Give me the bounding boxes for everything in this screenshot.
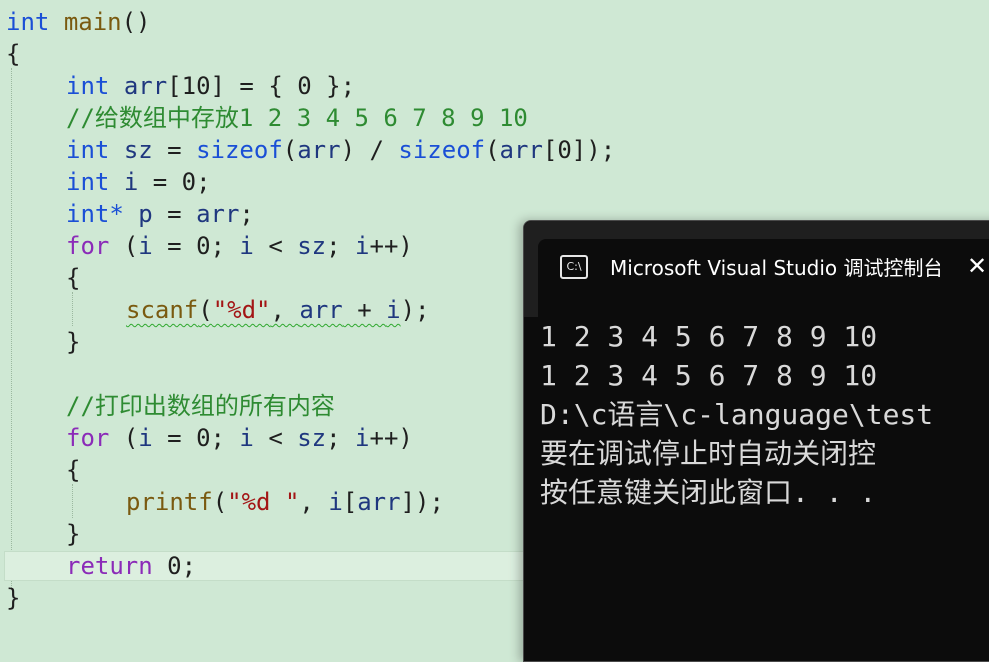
code-line-15[interactable]: { bbox=[66, 454, 80, 486]
code-line-5[interactable]: int sz = sizeof(arr) / sizeof(arr[0]); bbox=[66, 134, 615, 166]
code-line-18[interactable]: return 0; bbox=[66, 550, 196, 582]
code-line-16[interactable]: printf("%d ", i[arr]); bbox=[126, 486, 444, 518]
code-line-8[interactable]: for (i = 0; i < sz; i++) bbox=[66, 230, 413, 262]
console-titlebar[interactable]: C:\ Microsoft Visual Studio 调试控制台 ✕ bbox=[524, 221, 989, 317]
code-comment[interactable]: //打印出数组的所有内容 bbox=[66, 390, 335, 422]
code-line-9[interactable]: { bbox=[66, 262, 80, 294]
code-line-3[interactable]: int arr[10] = { 0 }; bbox=[66, 70, 355, 102]
code-line-6[interactable]: int i = 0; bbox=[66, 166, 211, 198]
terminal-icon: C:\ bbox=[560, 255, 588, 279]
console-output-line: D:\c语言\c-language\test bbox=[540, 398, 934, 431]
code-line-10[interactable]: scanf("%d", arr + i); bbox=[126, 294, 429, 326]
code-comment[interactable]: //给数组中存放1 2 3 4 5 6 7 8 9 10 bbox=[66, 102, 528, 134]
code-line-14[interactable]: for (i = 0; i < sz; i++) bbox=[66, 422, 413, 454]
close-icon[interactable]: ✕ bbox=[962, 251, 989, 281]
console-title: Microsoft Visual Studio 调试控制台 bbox=[610, 256, 940, 280]
console-tab[interactable]: C:\ Microsoft Visual Studio 调试控制台 ✕ bbox=[538, 239, 989, 317]
code-line-19[interactable]: } bbox=[6, 582, 20, 614]
code-line-1[interactable]: int main() bbox=[6, 6, 151, 38]
console-output-line: 1 2 3 4 5 6 7 8 9 10 bbox=[540, 320, 878, 353]
indent-guide bbox=[72, 292, 73, 326]
console-output-line: 要在调试停止时自动关闭控 bbox=[540, 437, 877, 470]
indent-guide bbox=[72, 484, 73, 518]
code-line-7[interactable]: int* p = arr; bbox=[66, 198, 254, 230]
console-output-line: 1 2 3 4 5 6 7 8 9 10 bbox=[540, 359, 878, 392]
console-output-line: 按任意键关闭此窗口. . . bbox=[540, 476, 877, 509]
debug-console-window[interactable]: C:\ Microsoft Visual Studio 调试控制台 ✕ 1 2 … bbox=[523, 220, 989, 662]
code-line-2[interactable]: { bbox=[6, 38, 20, 70]
code-line-17[interactable]: } bbox=[66, 518, 80, 550]
indent-guide bbox=[11, 68, 12, 588]
code-line-11[interactable]: } bbox=[66, 326, 80, 358]
